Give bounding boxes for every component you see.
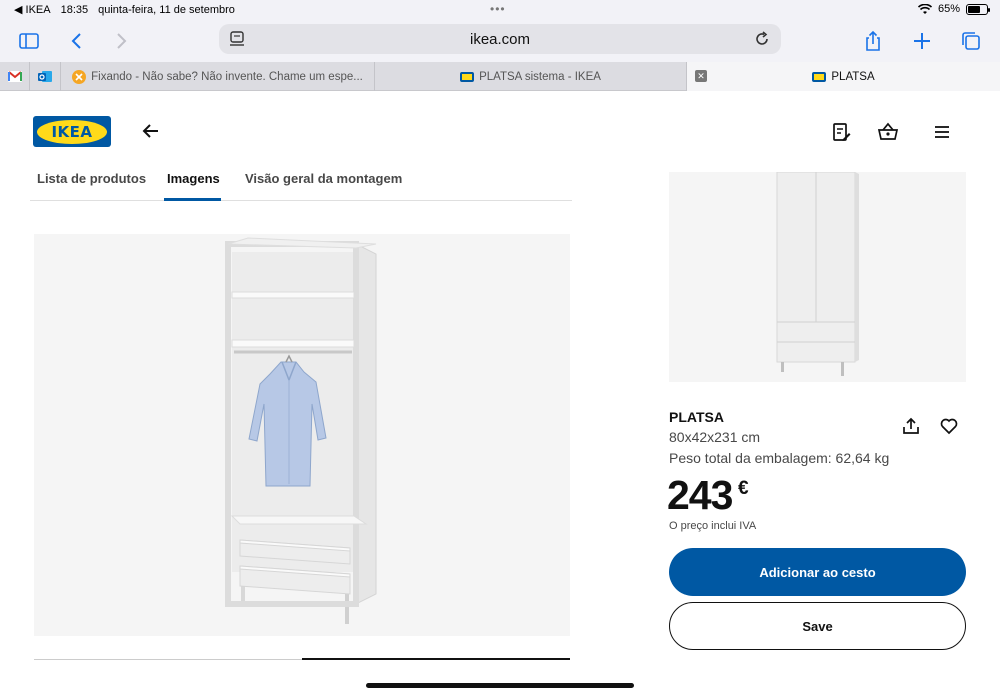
ikea-favicon-icon — [812, 71, 827, 82]
product-image-main[interactable] — [34, 234, 570, 636]
price-currency: € — [738, 478, 749, 499]
url-text: ikea.com — [469, 31, 531, 48]
fixando-icon — [72, 69, 87, 84]
product-image-thumbnail[interactable] — [669, 171, 966, 382]
tab-title: PLATSA sistema - IKEA — [479, 70, 601, 83]
home-indicator[interactable] — [366, 683, 634, 688]
close-tab-icon[interactable]: ✕ — [695, 70, 707, 82]
tab-gmail[interactable] — [0, 62, 30, 91]
add-to-cart-button[interactable]: Adicionar ao cesto — [669, 548, 966, 596]
battery-icon — [966, 3, 990, 15]
basket-icon[interactable] — [877, 121, 899, 143]
tab-strip: Fixando - Não sabe? Não invente. Chame u… — [0, 62, 1000, 91]
back-arrow-icon[interactable] — [141, 121, 161, 141]
ikea-logo[interactable]: IKEA — [33, 116, 111, 147]
status-bar: ◀ IKEA 18:35 quinta-feira, 11 de setembr… — [0, 0, 1000, 20]
tab-platsa-sistema[interactable]: PLATSA sistema - IKEA — [375, 62, 687, 91]
product-dimensions: 80x42x231 cm — [669, 429, 761, 445]
tab-fixando[interactable]: Fixando - Não sabe? Não invente. Chame u… — [61, 62, 375, 91]
forward-icon[interactable] — [108, 28, 134, 54]
tab-title: PLATSA — [831, 70, 875, 83]
status-date: quinta-feira, 11 de setembro — [98, 3, 235, 16]
logo-text: IKEA — [51, 122, 93, 141]
save-button[interactable]: Save — [669, 602, 966, 650]
logo-oval: IKEA — [37, 119, 107, 144]
tab-platsa[interactable]: ✕ PLATSA — [687, 62, 1000, 91]
gallery-progress — [34, 658, 570, 660]
address-bar[interactable]: ikea.com — [219, 24, 781, 54]
status-time: 18:35 — [60, 3, 89, 16]
wifi-icon — [917, 3, 932, 14]
outlook-icon — [38, 71, 52, 82]
gmail-icon — [7, 71, 22, 82]
battery-percent: 65% — [937, 3, 960, 15]
vat-note: O preço inclui IVA — [669, 520, 757, 532]
new-tab-icon[interactable] — [909, 28, 935, 54]
tab-overview-icon[interactable] — [958, 28, 984, 54]
tab-title: Fixando - Não sabe? Não invente. Chame u… — [91, 70, 363, 83]
share-icon[interactable] — [860, 28, 886, 54]
shopping-list-icon[interactable] — [830, 121, 852, 143]
multitask-dots-icon[interactable]: ••• — [490, 2, 506, 16]
gallery-progress-fill — [302, 658, 570, 660]
favorite-heart-icon[interactable] — [939, 416, 959, 436]
ikea-favicon-icon — [460, 71, 475, 82]
active-tab-indicator — [164, 198, 221, 201]
share-product-icon[interactable] — [901, 416, 921, 436]
menu-icon[interactable] — [931, 121, 953, 143]
back-icon[interactable] — [64, 28, 90, 54]
tab-product-list[interactable]: Lista de produtos — [37, 171, 146, 186]
package-weight: Peso total da embalagem: 62,64 kg — [669, 450, 890, 466]
back-to-app[interactable]: ◀ IKEA — [14, 3, 51, 16]
browser-toolbar: ikea.com — [0, 20, 1000, 62]
tab-images[interactable]: Imagens — [167, 171, 220, 186]
price-value: 243 — [667, 472, 733, 518]
wardrobe-closed-image — [776, 171, 859, 376]
tab-outlook[interactable] — [30, 62, 61, 91]
product-name: PLATSA — [669, 409, 724, 425]
wardrobe-open-image — [225, 237, 377, 624]
reload-icon[interactable] — [753, 30, 771, 48]
tab-assembly-overview[interactable]: Visão geral da montagem — [245, 171, 402, 186]
product-subnav: Lista de produtos Imagens Visão geral da… — [30, 168, 572, 201]
sidebar-icon[interactable] — [16, 28, 42, 54]
